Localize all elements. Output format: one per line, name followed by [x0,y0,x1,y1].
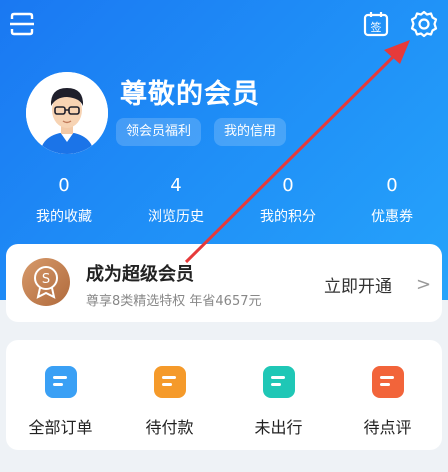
all-orders-icon [44,366,77,398]
vip-title: 成为超级会员 [86,264,194,285]
sign-in-icon[interactable]: 签 [360,8,392,40]
stat-value: 0 [282,175,294,196]
sign-glyph: 签 [371,20,382,34]
stat-value: 0 [386,175,398,196]
vip-badge-icon: S [22,258,70,306]
avatar[interactable] [26,72,108,154]
stat-value: 4 [170,175,182,196]
order-label: 全部订单 [28,418,93,437]
stat-label: 优惠券 [371,209,413,225]
chevron-right-icon: > [416,274,432,295]
pending-payment-button[interactable]: 待付款 [115,356,224,438]
greeting-text: 尊敬的会员 [120,79,260,110]
wallet-icon [153,366,186,398]
order-label: 待付款 [145,418,194,437]
vip-badge-glyph: S [42,272,50,287]
stat-value: 0 [58,175,70,196]
stat-favorites[interactable]: 0 我的收藏 [8,174,120,226]
orders-card: 全部订单 待付款 未出行 待点评 [6,340,442,450]
stat-coupons[interactable]: 0 优惠券 [336,174,448,226]
all-orders-button[interactable]: 全部订单 [6,356,115,438]
order-label: 待点评 [363,418,412,437]
my-credit-button[interactable]: 我的信用 [214,118,287,146]
stat-points[interactable]: 0 我的积分 [232,174,344,226]
member-benefits-button[interactable]: 领会员福利 [116,118,202,146]
stat-history[interactable]: 4 浏览历史 [120,174,232,226]
not-traveled-button[interactable]: 未出行 [224,356,333,438]
order-label: 未出行 [254,418,303,437]
pending-review-button[interactable]: 待点评 [333,356,442,438]
scan-icon[interactable] [6,8,38,40]
vip-subtitle: 尊享8类精选特权 年省4657元 [86,294,262,309]
stat-label: 浏览历史 [148,209,204,225]
vip-card[interactable]: S 成为超级会员 尊享8类精选特权 年省4657元 立即开通 > [6,244,442,322]
stat-label: 我的收藏 [36,209,92,225]
stat-label: 我的积分 [260,209,316,225]
settings-gear-icon[interactable] [408,8,440,40]
review-icon [371,366,404,398]
not-traveled-icon [262,366,295,398]
open-vip-button[interactable]: 立即开通 [324,272,392,297]
